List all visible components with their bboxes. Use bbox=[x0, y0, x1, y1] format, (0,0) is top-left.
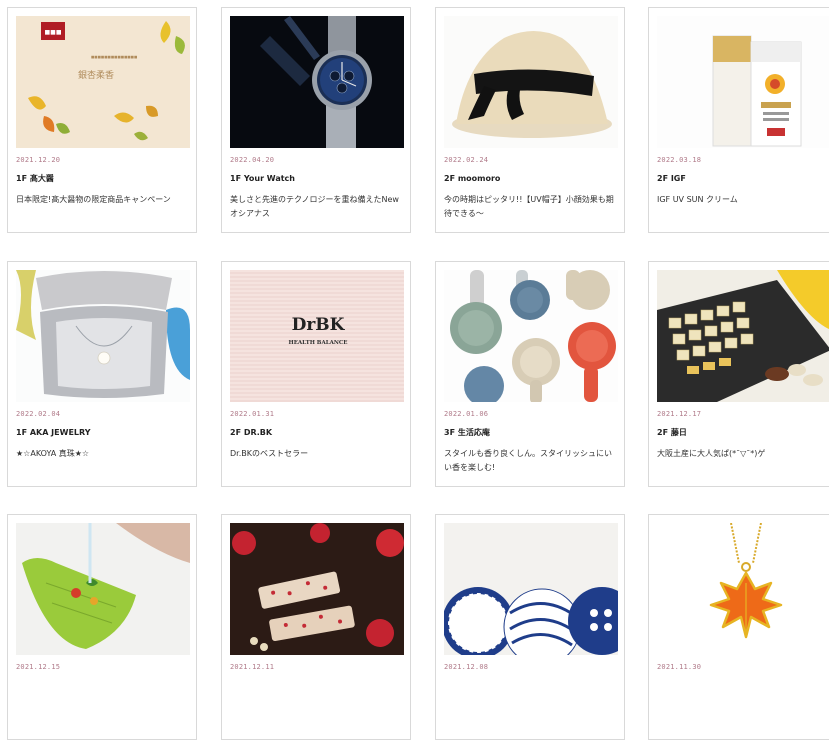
news-card[interactable]: 2022.03.18 2F IGF IGF UV SUN クリーム bbox=[648, 7, 829, 233]
news-description: スタイルも香り良くしん。スタイリッシュにいい香を楽しむ! bbox=[444, 449, 612, 472]
dr-bk-logo-image: DrBK HEALTH BALANCE bbox=[230, 270, 404, 402]
news-description: 日本限定!髙大醤物の限定商品キャンペーン bbox=[16, 195, 171, 204]
news-date: 2021.12.11 bbox=[230, 663, 275, 671]
green-colander-image bbox=[16, 523, 190, 655]
news-title[interactable]: 2F DR.BK bbox=[230, 427, 402, 439]
svg-text:■■■: ■■■ bbox=[44, 29, 61, 36]
news-description: 今の時期はピッタリ!!【UV帽子】小顔効果も期待できる〜 bbox=[444, 195, 614, 218]
strawberry-bars-image bbox=[230, 523, 404, 655]
indigo-plates-image bbox=[444, 523, 618, 655]
svg-text:■■■■■■■■■■■■■■: ■■■■■■■■■■■■■■ bbox=[91, 55, 137, 59]
news-description: IGF UV SUN クリーム bbox=[657, 195, 738, 204]
news-title[interactable]: 2F moomoro bbox=[444, 173, 616, 185]
news-date: 2021.12.20 bbox=[16, 156, 61, 164]
news-date: 2022.03.18 bbox=[657, 156, 702, 164]
news-title[interactable]: 1F AKA JEWELRY bbox=[16, 427, 188, 439]
news-date: 2022.01.06 bbox=[444, 410, 489, 418]
news-date: 2021.11.30 bbox=[657, 663, 702, 671]
news-date: 2022.02.24 bbox=[444, 156, 489, 164]
news-card[interactable]: 2022.04.20 1F Your Watch 美しさと先進のテクノロジーを重… bbox=[221, 7, 411, 233]
gift-box-label: 銀杏柔香 bbox=[78, 69, 114, 81]
news-title[interactable]: 1F 髙大醤 bbox=[16, 173, 188, 185]
news-title[interactable]: 2F 藤日 bbox=[657, 427, 829, 439]
news-card[interactable]: 2022.02.24 2F moomoro 今の時期はピッタリ!!【UV帽子】小… bbox=[435, 7, 625, 233]
news-description: 美しさと先進のテクノロジーを重ね備えたNewオシアナス bbox=[230, 195, 399, 218]
news-card[interactable]: 2021.12.11 bbox=[221, 514, 411, 740]
news-date: 2022.04.20 bbox=[230, 156, 275, 164]
news-date: 2021.12.08 bbox=[444, 663, 489, 671]
news-date: 2021.12.17 bbox=[657, 410, 702, 418]
news-card[interactable]: 2021.12.08 bbox=[435, 514, 625, 740]
watch-image bbox=[230, 16, 404, 148]
straw-hat-image bbox=[444, 16, 618, 148]
product-news-grid: ■■■ ■■■■■■■■■■■■■■ 銀杏柔香 2021.12.20 1F 髙大… bbox=[0, 0, 829, 740]
maple-leaf-pendant-image bbox=[657, 523, 829, 655]
dr-bk-subtitle-text: HEALTH BALANCE bbox=[289, 340, 348, 346]
news-card[interactable]: DrBK HEALTH BALANCE 2022.01.31 2F DR.BK … bbox=[221, 261, 411, 487]
news-card[interactable]: 2021.12.15 bbox=[7, 514, 197, 740]
boxed-sweets-image bbox=[657, 270, 829, 402]
news-card[interactable]: 2021.11.30 bbox=[648, 514, 829, 740]
news-description: 大阪土産に大人気ぱ(*¯▽¯*)ゲ bbox=[657, 449, 766, 458]
news-date: 2022.01.31 bbox=[230, 410, 275, 418]
dr-bk-logo-text: DrBK bbox=[292, 315, 346, 335]
news-card[interactable]: 2022.01.06 3F 生活応庵 スタイルも香り良くしん。スタイリッシュにい… bbox=[435, 261, 625, 487]
colorful-spoons-image bbox=[444, 270, 618, 402]
news-title[interactable]: 3F 生活応庵 bbox=[444, 427, 616, 439]
news-card[interactable]: 2021.12.17 2F 藤日 大阪土産に大人気ぱ(*¯▽¯*)ゲ bbox=[648, 261, 829, 487]
news-description: ★☆AKOYA 真珠★☆ bbox=[16, 449, 90, 458]
news-date: 2021.12.15 bbox=[16, 663, 61, 671]
news-date: 2022.02.04 bbox=[16, 410, 61, 418]
pearl-necklace-image bbox=[16, 270, 190, 402]
news-title[interactable]: 1F Your Watch bbox=[230, 173, 402, 185]
ginkgo-gift-box-image: ■■■ ■■■■■■■■■■■■■■ 銀杏柔香 bbox=[16, 16, 190, 148]
sun-cream-image bbox=[657, 16, 829, 148]
news-description: Dr.BKのベストセラー bbox=[230, 449, 309, 458]
news-card[interactable]: 2022.02.04 1F AKA JEWELRY ★☆AKOYA 真珠★☆ bbox=[7, 261, 197, 487]
news-title[interactable]: 2F IGF bbox=[657, 173, 829, 185]
news-card[interactable]: ■■■ ■■■■■■■■■■■■■■ 銀杏柔香 2021.12.20 1F 髙大… bbox=[7, 7, 197, 233]
